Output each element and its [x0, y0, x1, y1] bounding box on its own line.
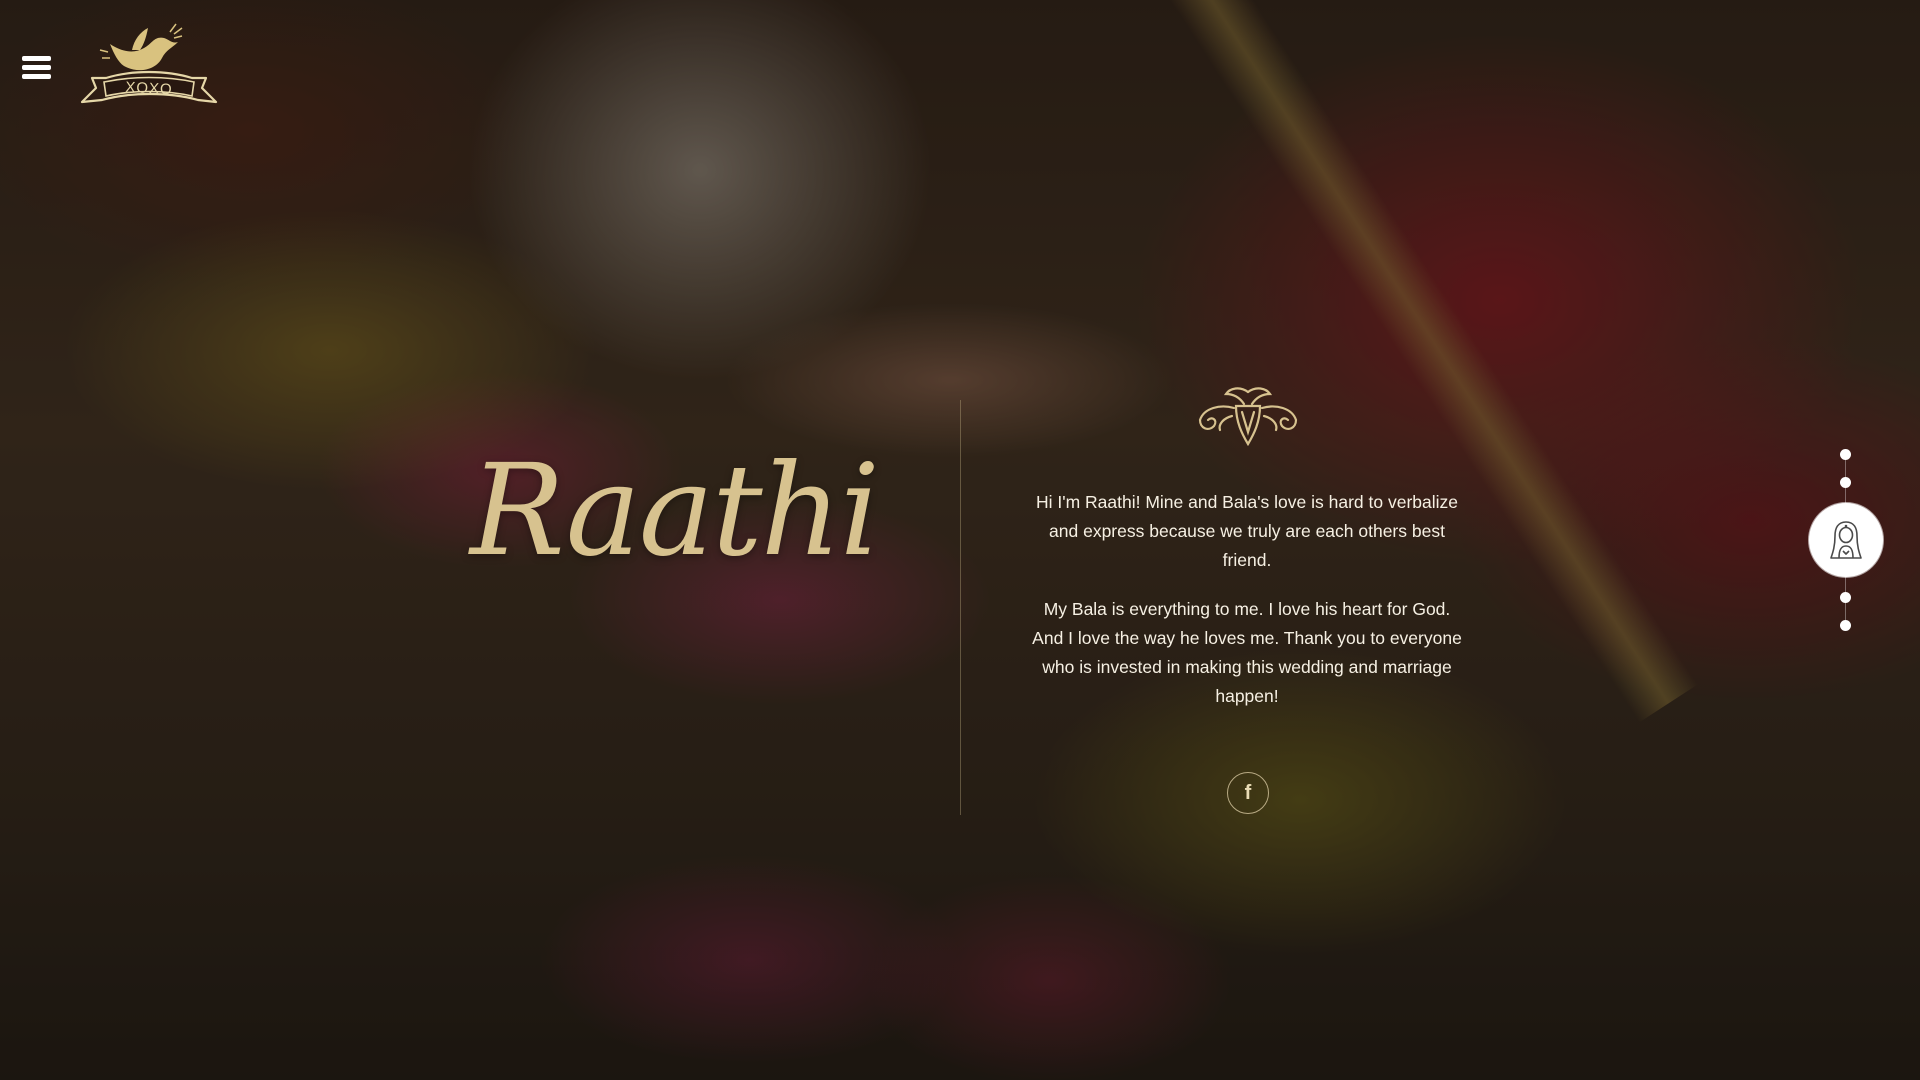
bride-icon — [1830, 521, 1862, 559]
section-nav-dot-active[interactable] — [1809, 503, 1883, 577]
facebook-icon: f — [1244, 781, 1252, 804]
ornamental-crest-icon — [1196, 382, 1300, 450]
bio-paragraph: My Bala is everything to me. I love his … — [1032, 599, 1462, 706]
facebook-link-button[interactable]: f — [1227, 772, 1269, 814]
bride-name: Raathi — [470, 437, 880, 584]
section-nav-dot-4[interactable] — [1840, 592, 1851, 603]
vertical-divider — [960, 400, 961, 815]
section-nav-dot-2[interactable] — [1840, 477, 1851, 488]
section-nav-dot-1[interactable] — [1840, 449, 1851, 460]
section-nav-dot-5[interactable] — [1840, 620, 1851, 631]
dove-banner-icon — [80, 23, 218, 104]
bio-paragraph: Hi I'm Raathi! Mine and Bala's love is h… — [1035, 492, 1459, 570]
bride-bio: Hi I'm Raathi! Mine and Bala's love is h… — [1030, 488, 1464, 731]
hamburger-icon — [22, 56, 51, 61]
menu-button[interactable] — [22, 56, 51, 81]
site-logo[interactable]: XOXO — [74, 18, 224, 120]
